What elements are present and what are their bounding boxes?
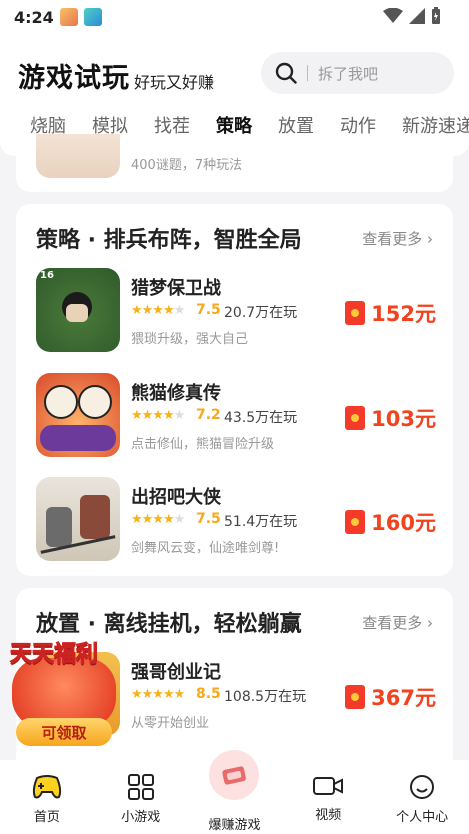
chevron-right-icon: › — [427, 230, 433, 248]
reward-badge: 160元 — [345, 507, 436, 537]
nav-label: 视频 — [315, 808, 342, 823]
game-rating: 7.2 — [196, 407, 221, 423]
welfare-title: 天天福利 — [9, 642, 99, 668]
game-players: 51.4万在玩 — [224, 514, 298, 530]
search-divider — [307, 65, 308, 81]
game-rating: 8.5 — [196, 686, 221, 702]
chevron-right-icon: › — [427, 614, 433, 632]
view-more-link[interactable]: 查看更多 › — [362, 228, 433, 249]
game-desc: 400谜题，7种玩法 — [131, 158, 243, 173]
icon-badge: 16 — [40, 270, 54, 281]
signal-icon — [409, 8, 425, 24]
cash-icon — [209, 750, 260, 800]
view-more-label: 查看更多 — [362, 614, 423, 632]
game-name: 强哥创业记 — [131, 662, 221, 683]
view-more-label: 查看更多 — [362, 230, 423, 248]
status-time: 4:24 — [14, 7, 54, 27]
tab-shaonao[interactable]: 烧脑 — [30, 98, 66, 138]
game-item[interactable]: 16 猎梦保卫战 ★★★★★ 7.5 20.7万在玩 猥琐升级，强大自己 152… — [36, 268, 436, 354]
partial-game-card[interactable]: 400谜题，7种玩法 — [16, 134, 453, 192]
red-envelope-icon — [345, 685, 366, 709]
game-icon — [36, 477, 120, 561]
reward-amount: 367元 — [371, 686, 436, 710]
reward-amount: 152元 — [371, 302, 436, 326]
tab-fangzhi[interactable]: 放置 — [278, 98, 314, 138]
nav-label: 个人中心 — [396, 810, 449, 825]
grid-icon — [127, 774, 154, 800]
tab-xinyou[interactable]: 新游速递 — [402, 98, 469, 138]
game-item[interactable]: 熊猫修真传 ★★★★★ 7.2 43.5万在玩 点击修仙，熊猫冒险升级 103元 — [36, 373, 436, 459]
search-placeholder: 拆了我吧 — [318, 64, 379, 83]
tab-dongzuo[interactable]: 动作 — [340, 98, 376, 138]
game-desc: 剑舞风云变，仙途唯剑尊! — [131, 541, 280, 556]
game-item[interactable]: 出招吧大侠 ★★★★★ 7.5 51.4万在玩 剑舞风云变，仙途唯剑尊! 160… — [36, 477, 436, 563]
reward-amount: 103元 — [371, 407, 436, 431]
game-players: 108.5万在玩 — [224, 689, 307, 705]
notification-app-icon — [59, 8, 78, 26]
nav-profile[interactable]: 个人中心 — [375, 760, 469, 834]
view-more-link[interactable]: 查看更多 › — [362, 612, 433, 633]
game-desc: 从零开始创业 — [131, 716, 210, 731]
game-icon: 16 — [36, 268, 120, 352]
nav-hot-games[interactable]: 爆赚游戏 — [188, 750, 282, 834]
nav-video[interactable]: 视频 — [281, 760, 375, 834]
notification-app-icon — [83, 8, 102, 26]
section-title: 放置 · 离线挂机，轻松躺赢 — [36, 612, 302, 637]
star-rating-icon: ★★★★★ — [131, 512, 185, 527]
star-rating-icon: ★★★★★ — [131, 408, 185, 423]
search-icon — [275, 62, 297, 84]
reward-badge: 367元 — [345, 682, 436, 712]
reward-badge: 152元 — [345, 298, 436, 328]
star-rating-icon: ★★★★★ — [131, 687, 185, 702]
game-icon — [36, 134, 120, 178]
game-name: 出招吧大侠 — [131, 487, 221, 508]
red-envelope-icon — [345, 510, 366, 534]
game-desc: 猥琐升级，强大自己 — [131, 332, 249, 347]
game-rating: 7.5 — [196, 302, 221, 318]
nav-label: 首页 — [33, 810, 60, 825]
game-players: 43.5万在玩 — [224, 410, 298, 426]
section-strategy: 策略 · 排兵布阵，智胜全局 查看更多 › 16 猎梦保卫战 ★★★★★ 7.5… — [16, 204, 453, 576]
header: 游戏试玩 好玩又好赚 拆了我吧 — [0, 34, 469, 98]
nav-minigames[interactable]: 小游戏 — [94, 760, 188, 834]
game-rating: 7.5 — [196, 511, 221, 527]
welfare-floating-badge[interactable]: 天天福利 可领取 — [4, 636, 124, 746]
status-bar: 4:24 — [0, 0, 469, 34]
game-desc: 点击修仙，熊猫冒险升级 — [131, 437, 275, 452]
star-rating-icon: ★★★★★ — [131, 303, 185, 318]
reward-amount: 160元 — [371, 511, 436, 535]
nav-label: 小游戏 — [121, 810, 161, 825]
section-title: 策略 · 排兵布阵，智胜全局 — [36, 228, 302, 253]
wifi-icon — [383, 8, 403, 23]
video-camera-icon — [313, 777, 344, 795]
page-title: 游戏试玩 — [18, 63, 130, 94]
claim-button[interactable]: 可领取 — [16, 718, 112, 746]
gamepad-icon — [32, 775, 62, 799]
tab-celue[interactable]: 策略 — [216, 98, 252, 138]
battery-icon — [432, 7, 440, 24]
bottom-nav: 首页 小游戏 爆赚游戏 视频 个人中心 — [0, 750, 469, 834]
red-envelope-icon — [345, 301, 366, 325]
page-subtitle: 好玩又好赚 — [134, 73, 215, 92]
reward-badge: 103元 — [345, 403, 436, 433]
tab-moni[interactable]: 模拟 — [92, 98, 128, 138]
red-envelope-icon — [345, 406, 366, 430]
nav-home[interactable]: 首页 — [0, 760, 94, 834]
smile-face-icon — [410, 775, 435, 799]
game-players: 20.7万在玩 — [224, 305, 298, 321]
search-bar[interactable]: 拆了我吧 — [261, 52, 454, 94]
nav-label: 爆赚游戏 — [208, 818, 261, 833]
game-name: 猎梦保卫战 — [131, 278, 221, 299]
game-name: 熊猫修真传 — [131, 383, 221, 404]
game-icon — [36, 373, 120, 457]
tab-zhaocha[interactable]: 找茬 — [154, 98, 190, 138]
